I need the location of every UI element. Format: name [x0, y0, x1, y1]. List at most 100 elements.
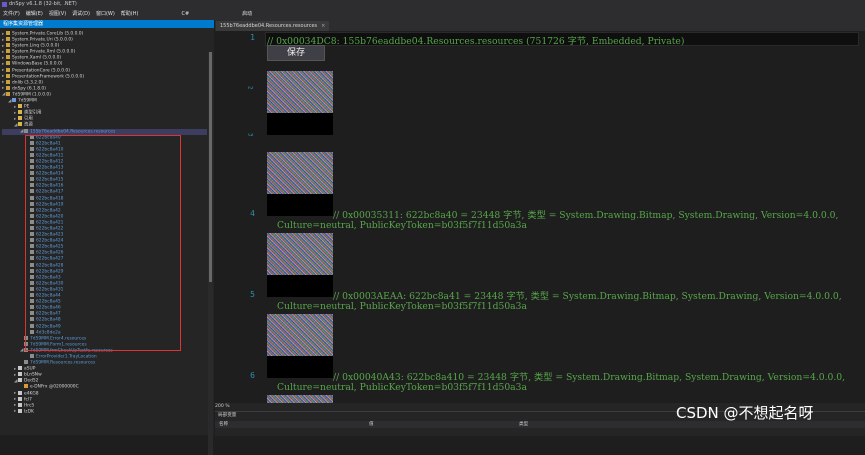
tree-node-label: System.Xaml (5.0.0.0) — [12, 55, 62, 61]
tree-node-label: Hrc5 — [24, 403, 35, 409]
asm-icon — [6, 85, 10, 90]
asm-icon — [6, 79, 10, 84]
tree-node-label: 155b76eaddbe04.Resources.resources — [30, 129, 116, 134]
menu-item[interactable]: 视图(V) — [49, 11, 66, 17]
fold-icon — [18, 110, 22, 115]
asm-icon — [6, 91, 10, 96]
ns-icon — [18, 366, 22, 371]
tree-node-label: 7d59MM.Resources.resources — [30, 360, 96, 366]
col-name[interactable]: 名称 — [219, 421, 228, 428]
asm-icon — [6, 55, 10, 60]
tree-scrollbar[interactable] — [208, 52, 213, 455]
bitmap-preview[interactable] — [267, 395, 333, 403]
mod-icon — [12, 98, 16, 103]
asm-icon — [6, 43, 10, 48]
tree-node-label: PE — [24, 104, 30, 110]
tree-node-label: e-DNFrx @02000000C — [30, 384, 79, 390]
asm-icon — [6, 73, 10, 78]
close-tab-icon[interactable]: × — [321, 23, 325, 29]
tree-node-label: aSUP — [24, 366, 36, 372]
menu-bar: 文件(F) 编辑(E) 视图(V) 调试(D) 窗口(W) 帮助(H) C# 启动 — [0, 9, 865, 20]
tree-scrollbar-thumb[interactable] — [209, 52, 212, 282]
bitmap-preview[interactable] — [267, 71, 333, 113]
resources-highlight-box — [25, 135, 181, 351]
bitmap-preview-mask — [267, 356, 333, 378]
fold-icon — [18, 104, 22, 109]
tree-node-label: 资源 — [24, 122, 33, 128]
tree-node[interactable]: ▸ IzDK — [2, 408, 207, 415]
ns-icon — [18, 378, 22, 383]
tree-node-label: System.Private.Xml (5.0.0.0) — [12, 49, 76, 55]
line-number: 2 — [246, 85, 254, 90]
header-comment-line: // 0x00034DC8: 155b76eaddbe04.Resources.… — [267, 36, 685, 47]
bitmap-preview[interactable] — [267, 314, 333, 356]
resource-entry-line: // 0x0003AEAA: 622bc8a41 = 23448 字节, 类型 … — [333, 291, 842, 302]
tree-node-label: e4KG8 — [24, 391, 39, 397]
ns-icon — [18, 396, 22, 401]
tree-node-label: PresentationCore (5.0.0.0) — [12, 68, 70, 74]
res2-icon — [24, 360, 28, 365]
tab-resources[interactable]: 155b76eaddbe04.Resources.resources × — [216, 21, 330, 31]
tree-node-label: IzDK — [24, 409, 34, 415]
resource-entry-line: // 0x00035311: 622bc8a40 = 23448 字节, 类型 … — [333, 210, 839, 221]
menu-item[interactable]: 编辑(E) — [26, 11, 43, 17]
bitmap-preview-mask — [267, 275, 333, 297]
tree-node-label: 类型引用 — [24, 110, 42, 116]
ns-icon — [18, 390, 22, 395]
cls-icon — [24, 384, 28, 389]
line-number: 5 — [250, 290, 255, 299]
bitmap-preview[interactable] — [267, 233, 333, 275]
res-icon — [30, 353, 34, 358]
res-icon — [24, 128, 28, 133]
line-number: 3 — [246, 132, 254, 137]
asm-icon — [6, 31, 10, 35]
save-button[interactable]: 保存 — [267, 45, 325, 61]
csdn-watermark: CSDN @不想起名呀 — [676, 404, 814, 422]
line-number: 1 — [250, 33, 255, 42]
tree-node-label: System.Private.Uri (5.0.0.0) — [12, 37, 73, 43]
line-number: 4 — [250, 209, 255, 218]
window-titlebar: dnSpy v6.1.8 (32-bit, .NET) — [0, 0, 865, 9]
tree-node-label: PresentationFramework (5.0.0.0) — [12, 74, 85, 80]
tree-node-label: System.Private.CoreLib (5.0.0.0) — [12, 31, 84, 37]
tree-node-label: 7d59MM (1.0.0.0) — [12, 92, 51, 98]
menu-item[interactable]: 窗口(W) — [96, 11, 115, 17]
ns-icon — [18, 402, 22, 407]
zoom-level[interactable]: 200 % — [215, 404, 230, 409]
asm-icon — [6, 67, 10, 72]
fold-icon — [18, 116, 22, 121]
col-value[interactable]: 值 — [369, 421, 374, 428]
fold-icon — [18, 122, 22, 127]
resource-entry-continuation: Culture=neutral, PublicKeyToken=b03f5f7f… — [277, 301, 527, 312]
tree-node-label: fcl7 — [24, 397, 32, 403]
resource-entry-continuation: Culture=neutral, PublicKeyToken=b03f5f7f… — [277, 382, 527, 393]
col-type[interactable]: 类型 — [519, 421, 528, 428]
ns-icon — [18, 408, 22, 413]
tree-node-label: ErrorProvider1.TrayLocation — [36, 354, 97, 360]
tab-label: 155b76eaddbe04.Resources.resources — [220, 23, 318, 29]
tree-node-label: dnlib (3.3.2.0) — [12, 80, 43, 86]
menu-item[interactable]: 帮助(H) — [121, 11, 139, 17]
asm-icon — [6, 49, 10, 54]
resource-entry-continuation: Culture=neutral, PublicKeyToken=b03f5f7f… — [277, 220, 527, 231]
tree-node-label: bLnSNw — [24, 372, 42, 378]
window-title: dnSpy v6.1.8 (32-bit, .NET) — [9, 1, 77, 7]
code-editor[interactable]: // 0x00034DC8: 155b76eaddbe04.Resources.… — [215, 31, 865, 403]
tree-node-label: 引用 — [24, 116, 33, 122]
bitmap-preview-mask — [267, 113, 333, 135]
asm-icon — [6, 37, 10, 42]
bitmap-preview[interactable] — [267, 152, 333, 194]
tree-node-label: dnSpy (6.1.8.0) — [12, 86, 46, 92]
bitmap-preview-mask — [267, 194, 333, 216]
tree-node-label: WindowsBase (5.0.0.0) — [12, 61, 63, 67]
asm-icon — [6, 61, 10, 66]
language-select[interactable]: C# — [181, 11, 189, 17]
menu-item[interactable]: 文件(F) — [3, 11, 20, 17]
tree-node-label: 7d59MM — [18, 98, 37, 104]
start-debug-button[interactable]: 启动 — [242, 11, 252, 17]
resource-entry-line: // 0x00040A43: 622bc8a410 = 23448 字节, 类型… — [333, 372, 846, 383]
document-tabbar: 155b76eaddbe04.Resources.resources × — [215, 20, 865, 31]
menu-item[interactable]: 调试(D) — [72, 11, 90, 17]
assembly-explorer-title: 程序集资源管理器 — [0, 20, 214, 28]
dnspy-app-icon — [2, 2, 7, 7]
